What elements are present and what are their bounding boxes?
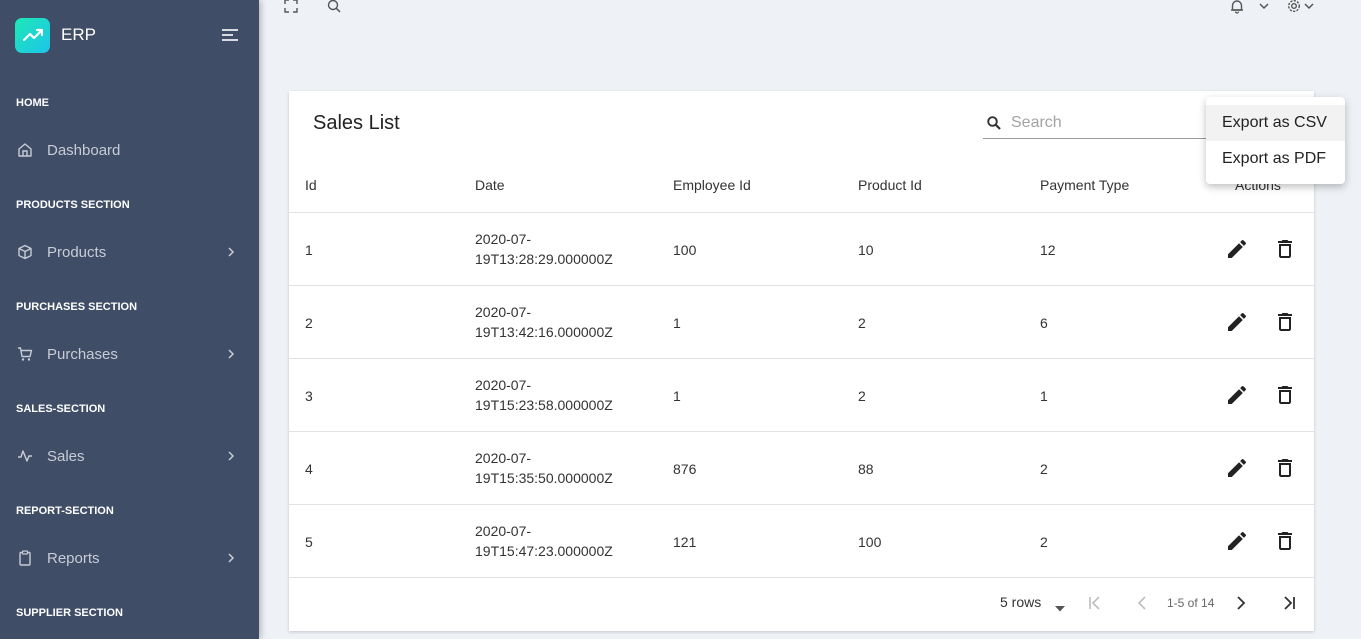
page-title: Sales List (313, 112, 400, 134)
sidebar: ERP HOME Dashboard PRODUCTS SECTION Prod… (0, 0, 259, 639)
cell-payment-type: 2 (1040, 534, 1048, 550)
edit-icon[interactable] (1225, 456, 1249, 480)
home-icon (17, 142, 33, 158)
cell-employee-id: 1 (673, 315, 681, 331)
export-csv-item[interactable]: Export as CSV (1206, 105, 1345, 141)
box-icon (17, 244, 33, 260)
caret-down-icon (1055, 599, 1066, 612)
delete-icon[interactable] (1273, 383, 1297, 407)
edit-icon[interactable] (1225, 310, 1249, 334)
chevron-right-icon (226, 551, 236, 565)
cell-employee-id: 876 (673, 461, 697, 477)
sidebar-item-label: Sales (47, 447, 85, 465)
next-page-button[interactable] (1232, 594, 1250, 612)
gear-icon[interactable] (1286, 0, 1302, 14)
section-label-supplier: SUPPLIER SECTION (16, 607, 123, 619)
bell-icon[interactable] (1229, 0, 1245, 14)
delete-icon[interactable] (1273, 237, 1297, 261)
export-menu: Export as CSV Export as PDF (1206, 97, 1345, 184)
trending-up-icon (15, 17, 50, 53)
pagination-range: 1-5 of 14 (1167, 596, 1215, 610)
delete-icon[interactable] (1273, 310, 1297, 334)
chevron-right-icon (226, 245, 236, 259)
rows-per-page-value: 5 rows (1000, 594, 1042, 610)
cell-product-id: 10 (858, 242, 874, 258)
edit-icon[interactable] (1225, 529, 1249, 553)
cell-date: 2020-07- 19T13:28:29.000000Z (475, 231, 613, 267)
sales-list-card: Sales List Id Date Employee Id Product I… (289, 91, 1314, 631)
sidebar-item-reports[interactable]: Reports (0, 538, 259, 578)
fullscreen-icon[interactable] (283, 0, 299, 14)
chevron-right-icon (226, 347, 236, 361)
section-label-reports: REPORT-SECTION (16, 505, 114, 517)
table-row: 3 2020-07- 19T15:23:58.000000Z 1 2 1 (289, 358, 1314, 431)
chevron-right-icon (226, 449, 236, 463)
column-header-product-id[interactable]: Product Id (858, 177, 922, 193)
cell-employee-id: 1 (673, 388, 681, 404)
cell-payment-type: 6 (1040, 315, 1048, 331)
export-pdf-item[interactable]: Export as PDF (1206, 141, 1345, 177)
sidebar-item-products[interactable]: Products (0, 232, 259, 272)
sidebar-item-sales[interactable]: Sales (0, 436, 259, 476)
activity-icon (17, 448, 33, 464)
table-footer-divider (289, 577, 1314, 578)
table-row: 1 2020-07- 19T13:28:29.000000Z 100 10 12 (289, 212, 1314, 285)
cell-id: 3 (305, 388, 313, 404)
search-field[interactable] (983, 108, 1223, 139)
cell-id: 5 (305, 534, 313, 550)
edit-icon[interactable] (1225, 383, 1249, 407)
sidebar-item-label: Products (47, 243, 107, 261)
cell-product-id: 100 (858, 534, 882, 550)
section-label-sales: SALES-SECTION (16, 403, 106, 415)
delete-icon[interactable] (1273, 456, 1297, 480)
sidebar-item-label: Purchases (47, 345, 118, 363)
cell-date: 2020-07- 19T15:47:23.000000Z (475, 523, 613, 559)
cell-date: 2020-07- 19T13:42:16.000000Z (475, 304, 613, 340)
chevron-down-icon[interactable] (1256, 0, 1272, 14)
cell-payment-type: 1 (1040, 388, 1048, 404)
cell-id: 1 (305, 242, 313, 258)
table-row: 4 2020-07- 19T15:35:50.000000Z 876 88 2 (289, 431, 1314, 504)
cell-id: 2 (305, 315, 313, 331)
column-header-id[interactable]: Id (305, 177, 317, 193)
cell-product-id: 88 (858, 461, 874, 477)
cart-icon (17, 346, 33, 362)
clipboard-icon (17, 550, 33, 566)
cell-product-id: 2 (858, 388, 866, 404)
first-page-button[interactable] (1086, 594, 1104, 612)
sidebar-item-label: Reports (47, 549, 100, 567)
previous-page-button[interactable] (1133, 594, 1151, 612)
delete-icon[interactable] (1273, 529, 1297, 553)
search-input[interactable] (1011, 112, 1211, 134)
last-page-button[interactable] (1280, 594, 1298, 612)
column-header-employee-id[interactable]: Employee Id (673, 177, 751, 193)
sidebar-item-dashboard[interactable]: Dashboard (0, 130, 259, 170)
column-header-date[interactable]: Date (475, 177, 505, 193)
cell-payment-type: 12 (1040, 242, 1056, 258)
cell-date: 2020-07- 19T15:23:58.000000Z (475, 377, 613, 413)
search-icon (986, 115, 1002, 131)
search-icon[interactable] (326, 0, 342, 14)
column-header-payment-type[interactable]: Payment Type (1040, 177, 1129, 193)
cell-product-id: 2 (858, 315, 866, 331)
chevron-down-icon[interactable] (1301, 0, 1317, 14)
cell-date: 2020-07- 19T15:35:50.000000Z (475, 450, 613, 486)
table-row: 5 2020-07- 19T15:47:23.000000Z 121 100 2 (289, 504, 1314, 577)
brand[interactable]: ERP (15, 17, 96, 53)
cell-employee-id: 100 (673, 242, 697, 258)
cell-id: 4 (305, 461, 313, 477)
cell-payment-type: 2 (1040, 461, 1048, 477)
sidebar-item-purchases[interactable]: Purchases (0, 334, 259, 374)
sidebar-item-label: Dashboard (47, 141, 121, 159)
menu-toggle-icon[interactable] (221, 27, 239, 43)
rows-per-page-select[interactable]: 5 rows (1000, 594, 1066, 612)
table-row: 2 2020-07- 19T13:42:16.000000Z 1 2 6 (289, 285, 1314, 358)
section-label-products: PRODUCTS SECTION (16, 199, 130, 211)
edit-icon[interactable] (1225, 237, 1249, 261)
section-label-purchases: PURCHASES SECTION (16, 301, 138, 313)
cell-employee-id: 121 (673, 534, 697, 550)
section-label-home: HOME (16, 97, 49, 109)
brand-name: ERP (61, 25, 96, 44)
